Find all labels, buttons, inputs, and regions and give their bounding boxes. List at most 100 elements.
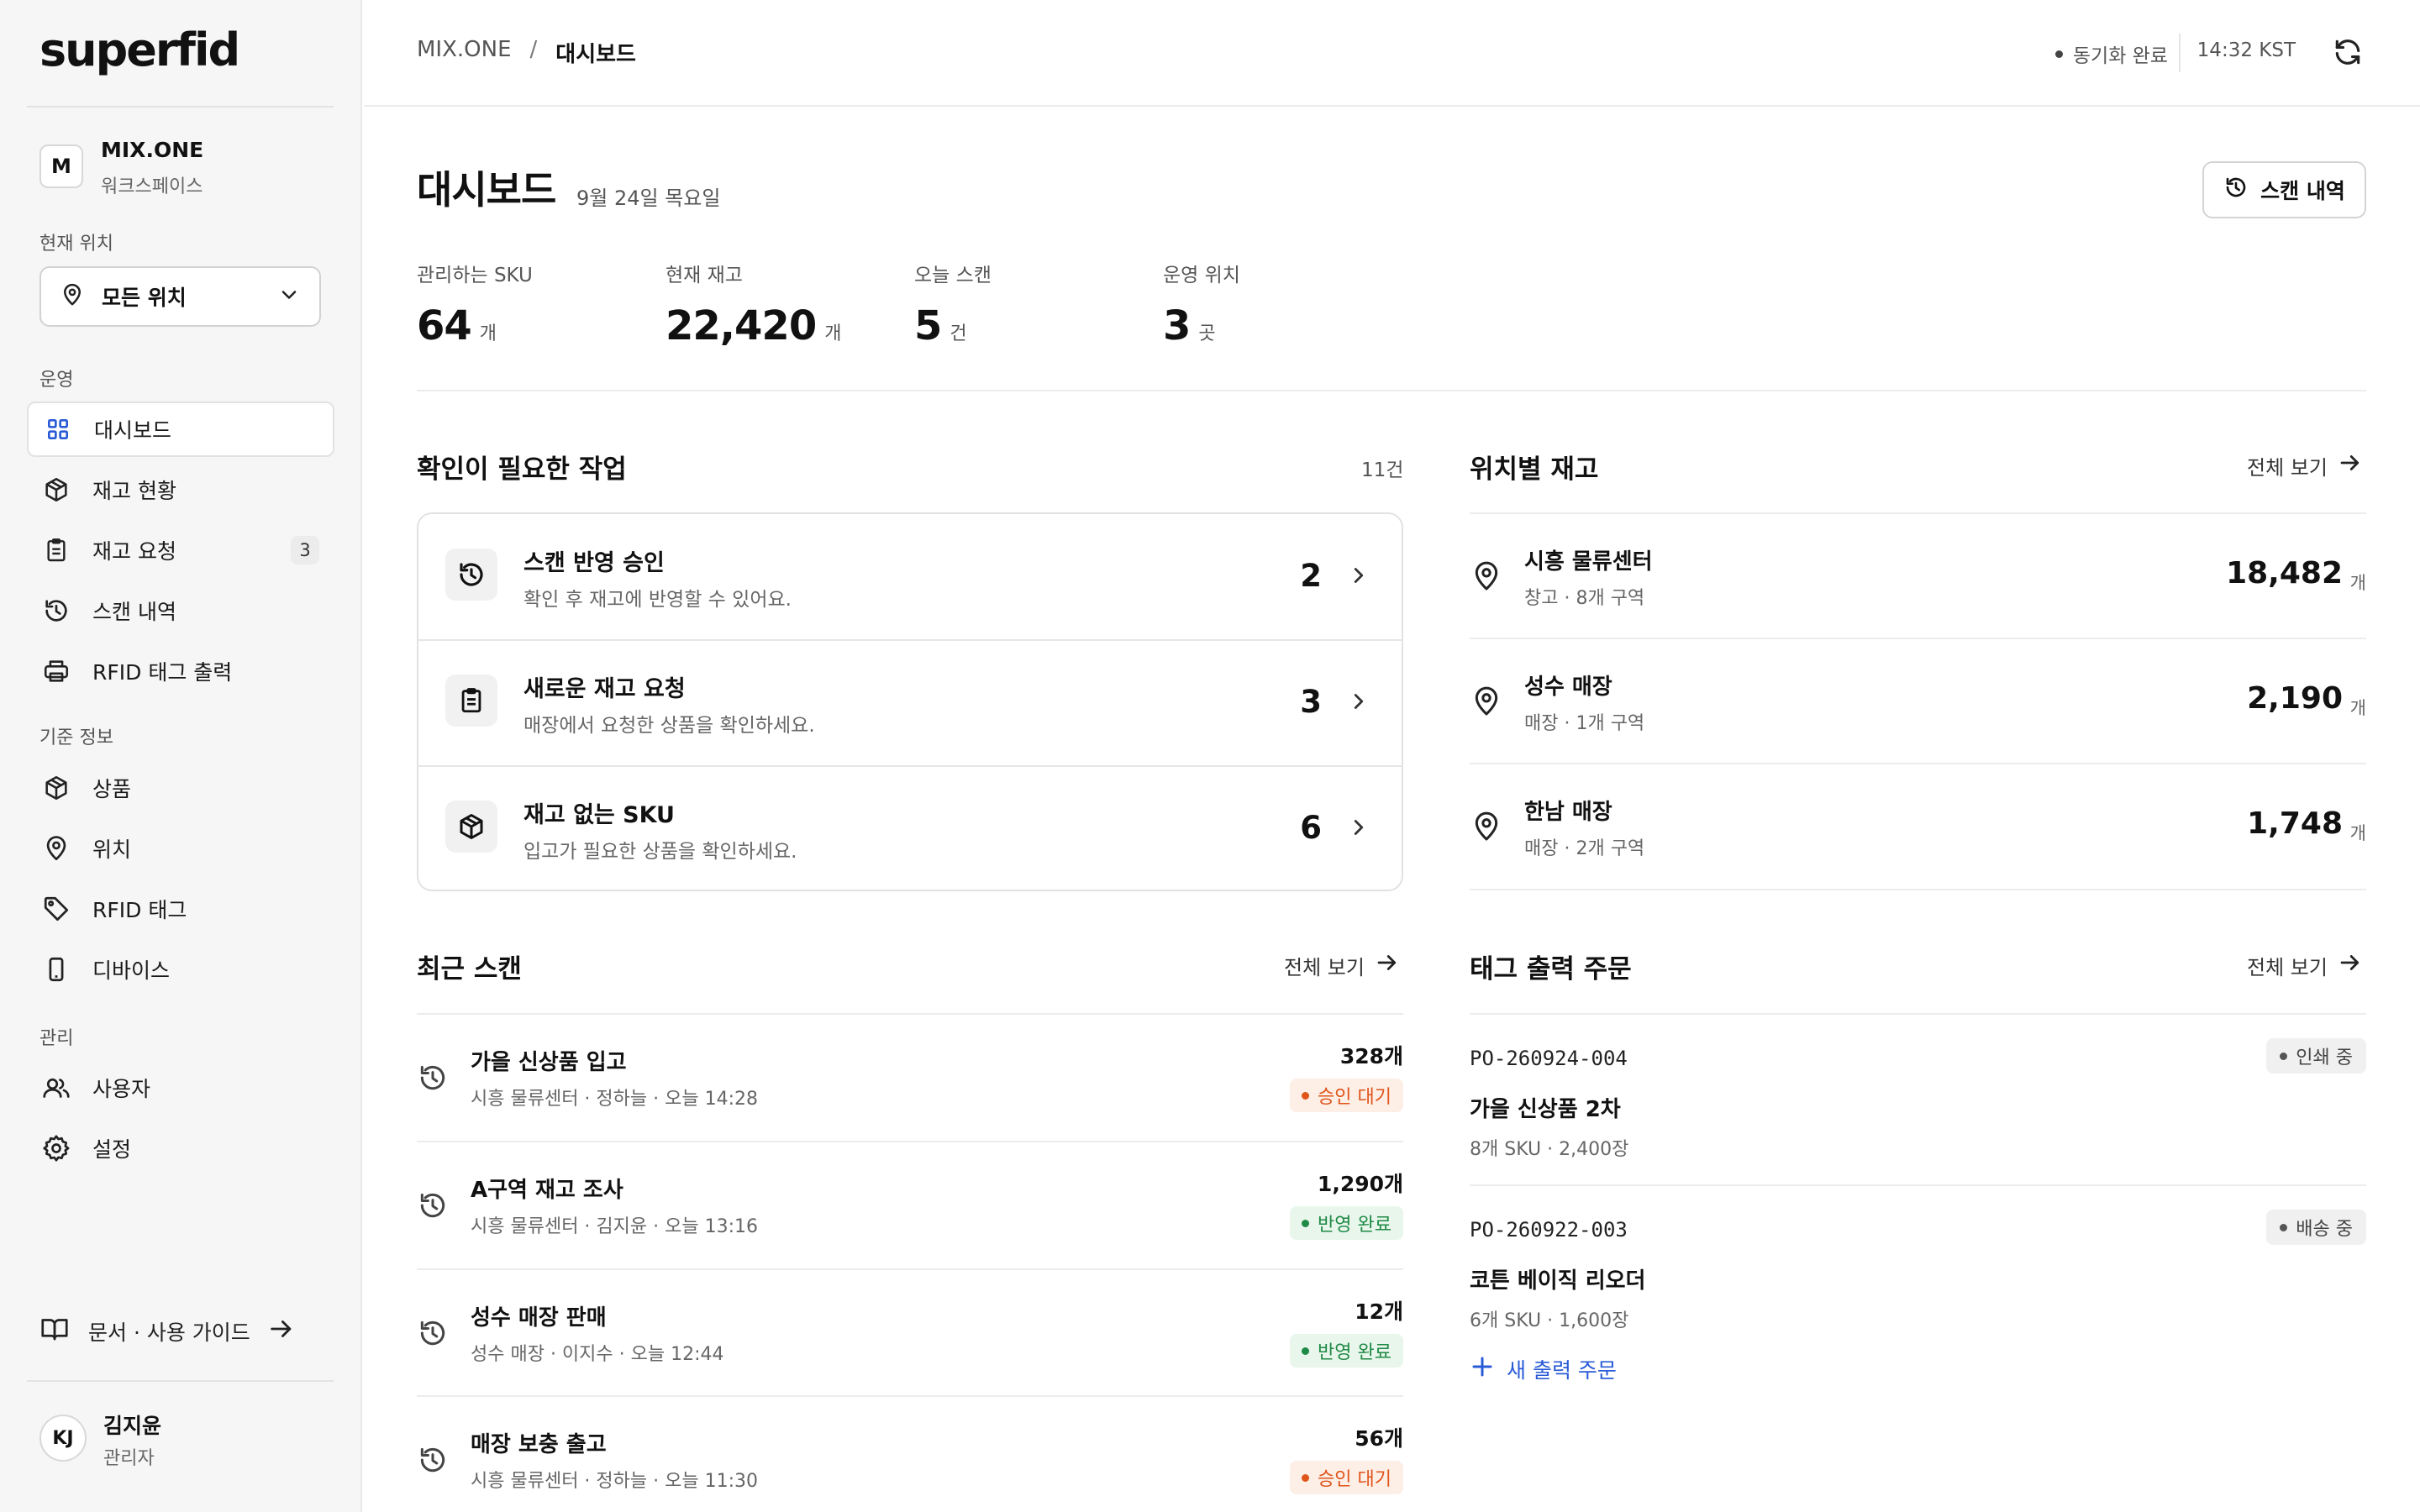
sidebar-item-scan-history[interactable]: 스캔 내역 (27, 583, 334, 638)
location-label: 현재 위치 (39, 234, 113, 255)
scan-sub: 시흥 물류센터 · 김지윤 · 오늘 13:16 (471, 1216, 758, 1237)
location-sub: 창고 · 8개 구역 (1524, 588, 1645, 609)
order-sub: 6개 SKU · 1,600장 (1470, 1310, 1629, 1331)
tag-order-row[interactable]: PO-260924-004 인쇄 중 가을 신상품 2차 8개 SKU · 2,… (1470, 1013, 2366, 1184)
gear-icon (40, 1132, 72, 1164)
chevron-right-icon (1346, 563, 1371, 591)
task-row-scan-approval[interactable]: 스캔 반영 승인 확인 후 재고에 반영할 수 있어요. 2 (418, 514, 1402, 640)
location-row[interactable]: 시흥 물류센터 창고 · 8개 구역 18,482 개 (1470, 512, 2366, 638)
task-row-stock-request[interactable]: 새로운 재고 요청 매장에서 요청한 상품을 확인하세요. 3 (418, 640, 1402, 766)
stat-label: 운영 위치 (1163, 265, 1240, 286)
sidebar-item-products[interactable]: 상품 (27, 760, 334, 816)
new-print-order-label: 새 출력 주문 (1507, 1358, 1617, 1383)
chevron-right-icon (1346, 689, 1371, 717)
status-dot (1302, 1347, 1310, 1355)
task-row-out-of-stock[interactable]: 재고 없는 SKU 입고가 필요한 상품을 확인하세요. 6 (418, 766, 1402, 890)
tag-orders-see-all-link[interactable]: 전체 보기 (2247, 950, 2363, 980)
stat-unit: 곳 (1198, 323, 1216, 344)
scan-sub: 시흥 물류센터 · 정하늘 · 오늘 11:30 (471, 1471, 758, 1492)
logo: superfid (39, 24, 240, 76)
breadcrumb-workspace[interactable]: MIX.ONE (417, 37, 512, 68)
sidebar-item-locations[interactable]: 위치 (27, 821, 334, 876)
scan-title: 가을 신상품 입고 (471, 1050, 627, 1075)
order-name: 가을 신상품 2차 (1470, 1097, 1621, 1122)
locations-see-all-link[interactable]: 전체 보기 (2247, 450, 2363, 480)
breadcrumb-separator: / (529, 37, 538, 62)
scan-sub: 시흥 물류센터 · 정하늘 · 오늘 14:28 (471, 1089, 758, 1110)
divider (1470, 889, 2366, 890)
workspace-subtitle: 워크스페이스 (101, 176, 203, 197)
new-print-order-button[interactable]: 새 출력 주문 (1470, 1354, 1617, 1384)
task-title: 스캔 반영 승인 (523, 550, 665, 576)
sidebar-item-label: 사용자 (92, 1077, 151, 1101)
location-row[interactable]: 성수 매장 매장 · 1개 구역 2,190 개 (1470, 638, 2366, 764)
status-badge: 반영 완료 (1290, 1334, 1403, 1368)
recent-scans-see-all-link[interactable]: 전체 보기 (1284, 950, 1400, 980)
status-badge: 승인 대기 (1290, 1461, 1403, 1494)
workspace-name[interactable]: MIX.ONE (101, 138, 203, 162)
scan-history-button[interactable]: 스캔 내역 (2202, 161, 2366, 218)
scan-row[interactable]: A구역 재고 조사 시흥 물류센터 · 김지윤 · 오늘 13:16 1,290… (417, 1141, 1403, 1268)
locations-title: 위치별 재고 (1470, 454, 1599, 485)
sidebar-item-label: 상품 (92, 777, 132, 801)
avatar[interactable]: KJ (39, 1415, 87, 1462)
workspace-avatar[interactable]: M (39, 144, 83, 188)
scan-row[interactable]: 매장 보충 출고 시흥 물류센터 · 정하늘 · 오늘 11:30 56개 승인… (417, 1395, 1403, 1512)
sidebar-item-dashboard[interactable]: 대시보드 (27, 402, 334, 457)
see-all-label: 전체 보기 (2247, 455, 2328, 480)
scan-row[interactable]: 가을 신상품 입고 시흥 물류센터 · 정하늘 · 오늘 14:28 328개 … (417, 1013, 1403, 1141)
breadcrumb: MIX.ONE / 대시보드 (417, 37, 636, 68)
sidebar-item-users[interactable]: 사용자 (27, 1060, 334, 1116)
book-icon (39, 1314, 70, 1349)
arrow-right-icon (2338, 450, 2363, 480)
scan-count: 12개 (1355, 1299, 1403, 1324)
top-bar: MIX.ONE / 대시보드 동기화 완료 14:32 KST (364, 0, 2420, 107)
location-select-value: 모든 위치 (102, 286, 187, 310)
arrow-right-icon (267, 1315, 296, 1348)
stat-stock: 현재 재고 22,420 개 (666, 259, 841, 349)
location-select[interactable]: 모든 위치 (39, 266, 321, 327)
docs-guide-link[interactable]: 문서 · 사용 가이드 (39, 1310, 296, 1352)
scan-row[interactable]: 성수 매장 판매 성수 매장 · 이지수 · 오늘 12:44 12개 반영 완… (417, 1268, 1403, 1396)
scan-title: 성수 매장 판매 (471, 1305, 607, 1331)
status-text: 반영 완료 (1318, 1342, 1392, 1363)
status-dot (2280, 1223, 2288, 1231)
sidebar-item-devices[interactable]: 디바이스 (27, 942, 334, 997)
tasks-card: 스캔 반영 승인 확인 후 재고에 반영할 수 있어요. 2 새로운 재고 요청… (417, 512, 1403, 891)
stat-label: 오늘 스캔 (914, 265, 992, 286)
sidebar-item-label: 재고 요청 (92, 539, 176, 564)
location-row[interactable]: 한남 매장 매장 · 2개 구역 1,748 개 (1470, 763, 2366, 889)
user-name[interactable]: 김지윤 (103, 1410, 161, 1440)
history-icon (417, 1317, 449, 1352)
order-name: 코튼 베이직 리오더 (1470, 1268, 1646, 1294)
sidebar-item-label: 디바이스 (92, 958, 171, 983)
sidebar-item-rfid-print[interactable]: RFID 태그 출력 (27, 643, 334, 699)
sidebar: superfid M MIX.ONE 워크스페이스 현재 위치 모든 위치 운영… (0, 0, 362, 1512)
sidebar-item-label: 설정 (92, 1137, 132, 1162)
divider (27, 1380, 334, 1382)
section-label-admin: 관리 (39, 1028, 74, 1049)
printer-icon (40, 655, 72, 687)
sidebar-item-label: RFID 태그 (92, 898, 187, 922)
sidebar-item-rfid-tags[interactable]: RFID 태그 (27, 881, 334, 937)
tag-order-row[interactable]: PO-260922-003 배송 중 코튼 베이직 리오더 6개 SKU · 1… (1470, 1184, 2366, 1339)
users-icon (40, 1072, 72, 1104)
history-icon (2223, 175, 2249, 205)
refresh-button[interactable] (2329, 35, 2366, 72)
pin-icon (1470, 810, 1503, 847)
sidebar-item-settings[interactable]: 설정 (27, 1121, 334, 1176)
status-dot (2280, 1052, 2288, 1060)
stat-label: 현재 재고 (666, 265, 743, 286)
scan-count: 1,290개 (1317, 1172, 1403, 1196)
history-icon (417, 1189, 449, 1225)
scan-count: 56개 (1355, 1426, 1403, 1451)
order-code: PO-260924-004 (1470, 1047, 1628, 1070)
pin-icon (60, 282, 85, 311)
task-title: 재고 없는 SKU (523, 802, 675, 828)
sidebar-item-stock-requests[interactable]: 재고 요청 3 (27, 522, 334, 578)
location-sub: 매장 · 2개 구역 (1524, 838, 1645, 859)
grid-icon (42, 413, 74, 445)
stat-value: 64 (417, 302, 472, 349)
sidebar-item-inventory[interactable]: 재고 현황 (27, 462, 334, 517)
location-stock: 18,482 (2226, 556, 2343, 591)
